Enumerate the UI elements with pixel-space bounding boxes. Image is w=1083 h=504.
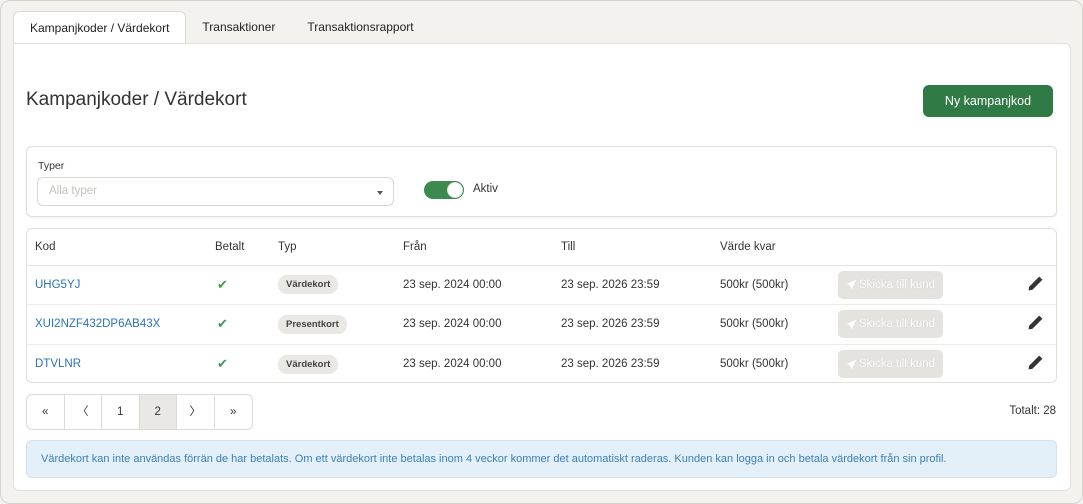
send-button-label: Skicka till kund	[858, 318, 936, 331]
type-select-placeholder: Alla typer	[49, 185, 97, 197]
send-to-customer-button[interactable]: Skicka till kund	[838, 270, 943, 299]
header-betalt: Betalt	[215, 229, 278, 266]
type-badge: Värdekort	[278, 354, 339, 374]
paper-plane-icon	[846, 359, 857, 369]
paper-plane-icon	[846, 279, 857, 290]
caret-down-icon	[377, 191, 383, 195]
value-left: 500kr (500kr)	[720, 265, 838, 305]
from-date: 23 sep. 2024 00:00	[403, 304, 561, 345]
tab-kampanjkoder[interactable]: Kampanjkoder / Värdekort	[13, 11, 187, 44]
table-header-row: Kod Betalt Typ Från Till Värde kvar	[27, 229, 1056, 266]
type-select[interactable]: Alla typer	[37, 177, 394, 206]
paid-check-icon: ✔	[217, 316, 228, 332]
header-fran: Från	[403, 229, 561, 266]
table-row: XUI2NZF432DP6AB43X ✔ Presentkort 23 sep.…	[27, 304, 1056, 345]
page-prev-button[interactable]: 〈	[65, 395, 102, 429]
send-button-label: Skicka till kund	[858, 358, 936, 370]
header-typ: Typ	[278, 229, 403, 266]
page-first-button[interactable]: «	[27, 395, 65, 429]
header-varde-kvar: Värde kvar	[720, 229, 838, 266]
to-date: 23 sep. 2026 23:59	[561, 304, 720, 345]
new-campaign-code-button[interactable]: Ny kampanjkod	[923, 85, 1053, 117]
pencil-icon[interactable]	[1027, 275, 1044, 295]
code-link[interactable]: XUI2NZF432DP6AB43X	[35, 318, 160, 330]
page-title: Kampanjkoder / Värdekort	[26, 89, 247, 110]
page-1-button[interactable]: 1	[102, 395, 140, 429]
code-link[interactable]: DTVLNR	[35, 358, 81, 370]
app-card: Kampanjkoder / Värdekort Transaktioner T…	[0, 0, 1083, 504]
page-next-button[interactable]: 〉	[177, 395, 215, 429]
paid-check-icon: ✔	[217, 276, 228, 292]
codes-table: Kod Betalt Typ Från Till Värde kvar UHG5…	[26, 228, 1057, 383]
tab-transaktionsrapport[interactable]: Transaktionsrapport	[291, 11, 429, 43]
from-date: 23 sep. 2024 00:00	[403, 265, 561, 305]
table-row: UHG5YJ ✔ Värdekort 23 sep. 2024 00:00 23…	[27, 265, 1056, 305]
tab-bar: Kampanjkoder / Värdekort Transaktioner T…	[13, 11, 430, 44]
active-toggle[interactable]	[424, 181, 464, 199]
paid-check-icon: ✔	[217, 356, 228, 371]
to-date: 23 sep. 2026 23:59	[561, 265, 720, 305]
code-link[interactable]: UHG5YJ	[35, 279, 80, 291]
header-edit	[998, 229, 1056, 266]
page-2-button[interactable]: 2	[139, 395, 177, 429]
total-count: Totalt: 28	[1009, 405, 1056, 417]
value-left: 500kr (500kr)	[720, 358, 789, 370]
tab-transaktioner[interactable]: Transaktioner	[186, 11, 291, 43]
from-date: 23 sep. 2024 00:00	[403, 358, 502, 370]
pencil-icon[interactable]	[1027, 314, 1044, 334]
to-date: 23 sep. 2026 23:59	[561, 358, 660, 370]
header-kod: Kod	[27, 229, 215, 266]
type-badge: Värdekort	[278, 275, 339, 295]
send-button-label: Skicka till kund	[858, 278, 936, 291]
paper-plane-icon	[846, 319, 857, 330]
toggle-knob	[447, 182, 463, 198]
active-toggle-label: Aktiv	[473, 183, 498, 195]
header-till: Till	[561, 229, 720, 266]
type-filter-label: Typer	[38, 160, 65, 172]
page-last-button[interactable]: »	[215, 395, 253, 429]
send-to-customer-button[interactable]: Skicka till kund	[838, 350, 943, 378]
value-left: 500kr (500kr)	[720, 304, 838, 345]
main-panel: Kampanjkoder / Värdekort Ny kampanjkod T…	[13, 43, 1071, 491]
table-row: DTVLNR ✔ Värdekort 23 sep. 2024 00:00 23…	[27, 344, 1056, 382]
send-to-customer-button[interactable]: Skicka till kund	[838, 310, 943, 339]
filter-panel: Typer Alla typer Aktiv	[26, 146, 1057, 217]
type-badge: Presentkort	[278, 314, 347, 334]
header-actions	[838, 229, 998, 266]
pencil-icon[interactable]	[1027, 354, 1044, 374]
pagination: « 〈 1 2 〉 »	[26, 394, 253, 430]
info-alert: Värdekort kan inte användas förrän de ha…	[26, 440, 1057, 478]
